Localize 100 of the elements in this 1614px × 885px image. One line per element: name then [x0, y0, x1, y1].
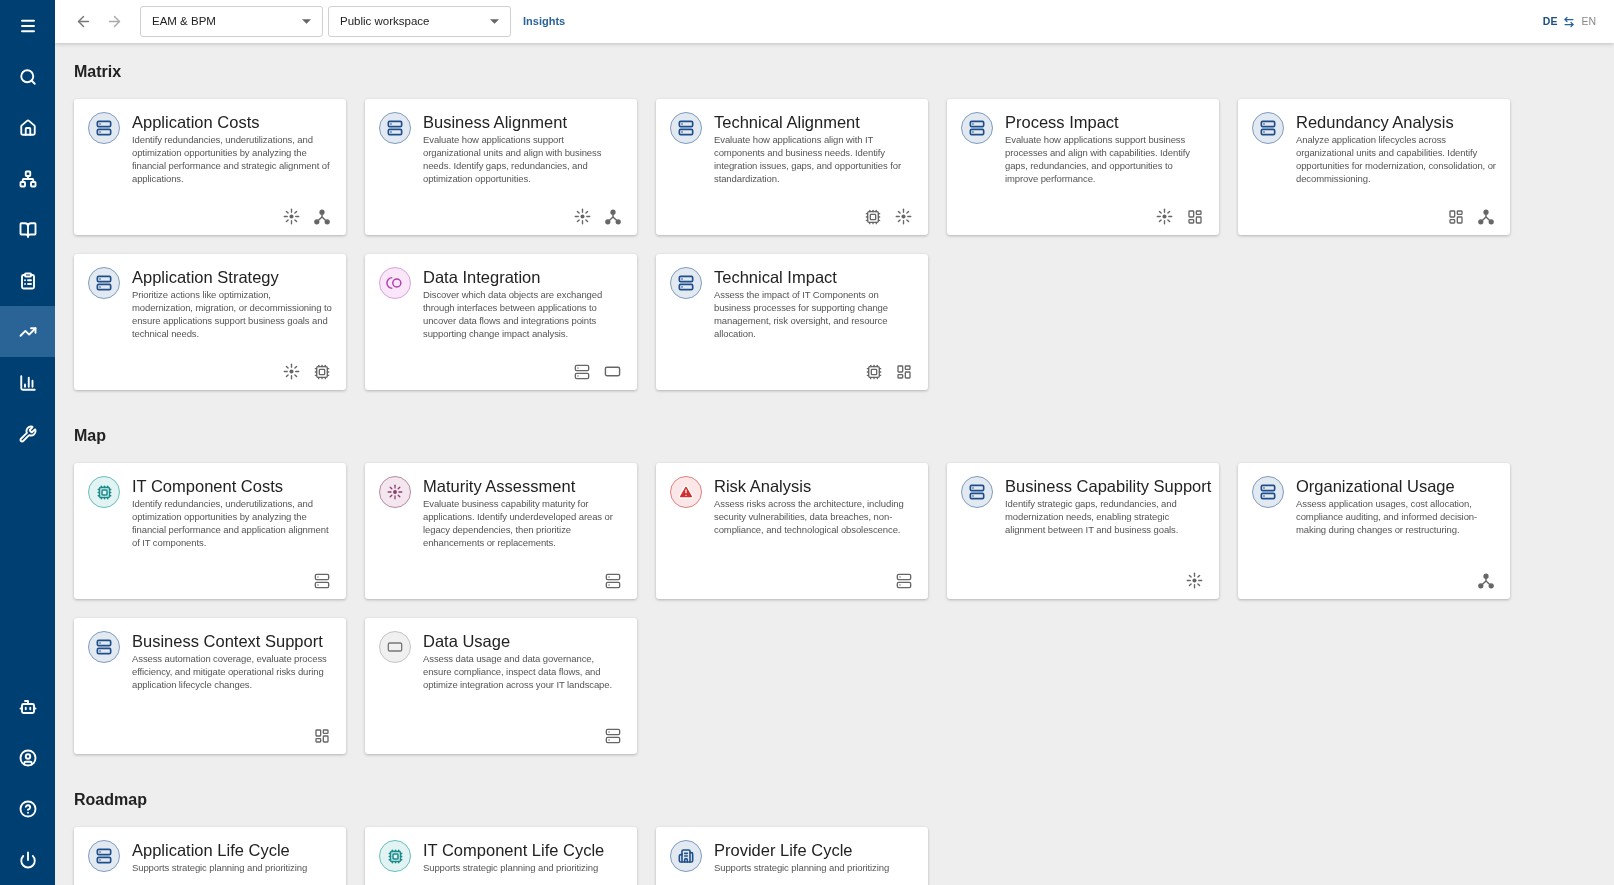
card-description: Supports strategic planning and prioritizing: [423, 861, 600, 874]
bar-chart-icon: [18, 373, 37, 392]
caret-icon: [490, 19, 499, 24]
sparkle-icon: [895, 208, 912, 225]
server-icon: [387, 120, 403, 136]
help-icon: [18, 799, 37, 818]
hierarchy-icon: [314, 208, 330, 225]
insight-card[interactable]: IT Component Costs Identify redundancies, underutilizations, and optimization opportunities by analyzing the financial performance and application alignment of IT components.: [74, 463, 346, 599]
workspace-dropdown[interactable]: Public workspace: [328, 6, 511, 37]
insight-card[interactable]: Process Impact Evaluate how applications support business processes and align with capabilities. Identify gaps, redundancies, and opportunities to improve performance.: [947, 99, 1219, 235]
card-title: IT Component Costs: [132, 476, 284, 496]
card-description: Supports strategic planning and prioritizing: [132, 861, 308, 874]
swap-icon[interactable]: [1563, 15, 1576, 28]
card-title: Risk Analysis: [714, 476, 813, 496]
chip-icon: [865, 208, 881, 225]
insight-card[interactable]: Data Usage Assess data usage and data governance, ensure compliance, inspect data flows, and optimize integration across your IT landscape.: [365, 618, 637, 754]
server-icon: [605, 728, 621, 744]
card-description: Supports strategic planning and prioritizing: [714, 861, 890, 874]
server-icon: [96, 120, 112, 136]
card-title: Data Integration: [423, 267, 542, 287]
card-title: Organizational Usage: [1296, 476, 1456, 496]
sparkle-icon: [574, 208, 591, 225]
card-title: Application Costs: [132, 112, 261, 132]
chip-icon: [96, 484, 112, 500]
card-description: Assess risks across the architecture, including security vulnerabilities, data breaches, non-compliance, and technological obsolescence.: [714, 497, 905, 536]
dashboard-icon: [1448, 209, 1464, 225]
card-title: Process Impact: [1005, 112, 1120, 132]
card-title: Application Life Cycle: [132, 840, 291, 860]
card-description: Evaluate how applications align with IT components and business needs. Identify integration issues, gaps, and opportunities for standardization.: [714, 133, 902, 185]
card-description: Evaluate how applications support organizational units and align with business needs. Identify gaps, redundancies, and optimization opportunities.: [423, 133, 603, 185]
chip-icon: [314, 363, 330, 380]
insight-card[interactable]: Business Context Support Assess automation coverage, evaluate process efficiency, and mitigate operational risks during application lifecycle changes.: [74, 618, 346, 754]
insight-card[interactable]: Technical Alignment Evaluate how applications align with IT components and business needs. Identify integration issues, gaps, and opportunities for standardization.: [656, 99, 928, 235]
card-title: Redundancy Analysis: [1296, 112, 1455, 132]
hierarchy-icon: [605, 208, 621, 225]
robot-icon: [18, 697, 37, 716]
chip-icon: [387, 848, 403, 864]
server-icon: [605, 573, 621, 589]
building-icon: [678, 848, 694, 864]
card-title: Business Context Support: [132, 631, 324, 651]
hierarchy-icon: [1478, 573, 1494, 589]
warning-icon: [678, 484, 694, 500]
insight-card[interactable]: Application Strategy Prioritize actions like optimization, modernization, migration, or decommissioning to ensure applications support business goals and technical needs.: [74, 254, 346, 390]
wrench-icon: [18, 424, 37, 443]
language-toggle[interactable]: EN: [1581, 13, 1596, 30]
search-icon: [18, 67, 37, 86]
card-description: Analyze application lifecycles across organizational units and capabilities. Identify opportunities for modernization, consolidation, or decommissioning.: [1296, 133, 1496, 185]
insight-card[interactable]: Maturity Assessment Evaluate business capability maturity for applications. Identify underdeveloped areas or legacy dependencies, then prioritize enhancements or replacements.: [365, 463, 637, 599]
insight-card[interactable]: Provider Life Cycle Supports strategic planning and prioritizing: [656, 827, 928, 885]
insight-card[interactable]: Redundancy Analysis Analyze application lifecycles across organizational units and capabilities. Identify opportunities for modernization, consolidation, or decommissioning.: [1238, 99, 1510, 235]
server-icon: [96, 639, 112, 655]
card-title: Business Capability Support: [1005, 476, 1212, 496]
workspace-dropdown[interactable]: EAM & BPM: [140, 6, 323, 37]
card-description: Evaluate business capability maturity for applications. Identify underdeveloped areas or legacy dependencies, then prioritize enhancements or replacements.: [423, 497, 614, 549]
card-description: Identify strategic gaps, redundancies, and modernization needs, enabling strategic alignment between IT and business goals.: [1005, 497, 1180, 536]
insight-card[interactable]: IT Component Life Cycle Supports strategic planning and prioritizing: [365, 827, 637, 885]
insight-card[interactable]: Organizational Usage Assess application usages, cost allocation, compliance auditing, and informed decision-making during changes or restructuring.: [1238, 463, 1510, 599]
insight-card[interactable]: Business Alignment Evaluate how applications support organizational units and align with business needs. Identify gaps, redundancies, and optimization opportunities.: [365, 99, 637, 235]
card-description: Discover which data objects are exchanged through interfaces between applications to uncover data flows and integrations points supporting change impact analysis.: [423, 288, 604, 340]
section-heading: Map: [74, 426, 107, 446]
server-icon: [1260, 120, 1276, 136]
sparkle-icon: [1186, 572, 1203, 589]
sparkle-icon: [283, 363, 300, 380]
server-icon: [96, 848, 112, 864]
insight-card[interactable]: Application Costs Identify redundancies, underutilizations, and optimization opportunities by analyzing the financial performance and strategic alignment of applications.: [74, 99, 346, 235]
dashboard-icon: [1187, 208, 1203, 225]
insight-card[interactable]: Application Life Cycle Supports strategic planning and prioritizing: [74, 827, 346, 885]
card-description: Identify redundancies, underutilizations, and optimization opportunities by analyzing the financial performance and strategic alignment of applications.: [132, 133, 331, 185]
insight-card[interactable]: Data Integration Discover which data objects are exchanged through interfaces between applications to uncover data flows and integrations points supporting change impact analysis.: [365, 254, 637, 390]
clipboard-icon: [18, 271, 37, 290]
sparkle-icon: [1156, 208, 1173, 225]
card-title: Provider Life Cycle: [714, 840, 854, 860]
server-icon: [678, 120, 694, 136]
book-icon: [18, 220, 37, 239]
card-title: Application Strategy: [132, 267, 280, 287]
dashboard-icon: [896, 364, 912, 380]
account-icon: [18, 748, 37, 767]
dashboard-icon: [314, 728, 330, 744]
sparkle-icon: [387, 484, 403, 500]
back-icon[interactable]: [75, 13, 92, 30]
server-icon: [678, 275, 694, 291]
insights-link[interactable]: Insights: [523, 13, 566, 30]
section-heading: Roadmap: [74, 790, 148, 810]
card-title: Business Alignment: [423, 112, 568, 132]
card-description: Assess data usage and data governance, ensure compliance, inspect data flows, and optimize integration across your IT landscape.: [423, 652, 614, 691]
sparkle-icon: [283, 208, 300, 225]
server-icon: [574, 363, 590, 380]
card-description: Assess application usages, cost allocation, compliance auditing, and informed decision-making during changes or restructuring.: [1296, 497, 1479, 536]
insight-card[interactable]: Technical Impact Assess the impact of IT Components on business processes for supporting change management, risk oversight, and resource allocation.: [656, 254, 928, 390]
caret-icon: [302, 19, 311, 24]
power-icon: [18, 850, 37, 869]
language-toggle[interactable]: DE: [1542, 13, 1558, 30]
section-heading: Matrix: [74, 62, 123, 82]
rings-icon: [386, 274, 404, 292]
insight-card[interactable]: Risk Analysis Assess risks across the architecture, including security vulnerabilities, data breaches, non-compliance, and technological obsolescence.: [656, 463, 928, 599]
server-icon: [96, 275, 112, 291]
card-title: Data Usage: [423, 631, 512, 651]
card-title: Technical Alignment: [714, 112, 861, 132]
rectangle-icon: [387, 639, 403, 655]
insight-card[interactable]: Business Capability Support Identify strategic gaps, redundancies, and modernization needs, enabling strategic alignment between IT and business goals.: [947, 463, 1219, 599]
